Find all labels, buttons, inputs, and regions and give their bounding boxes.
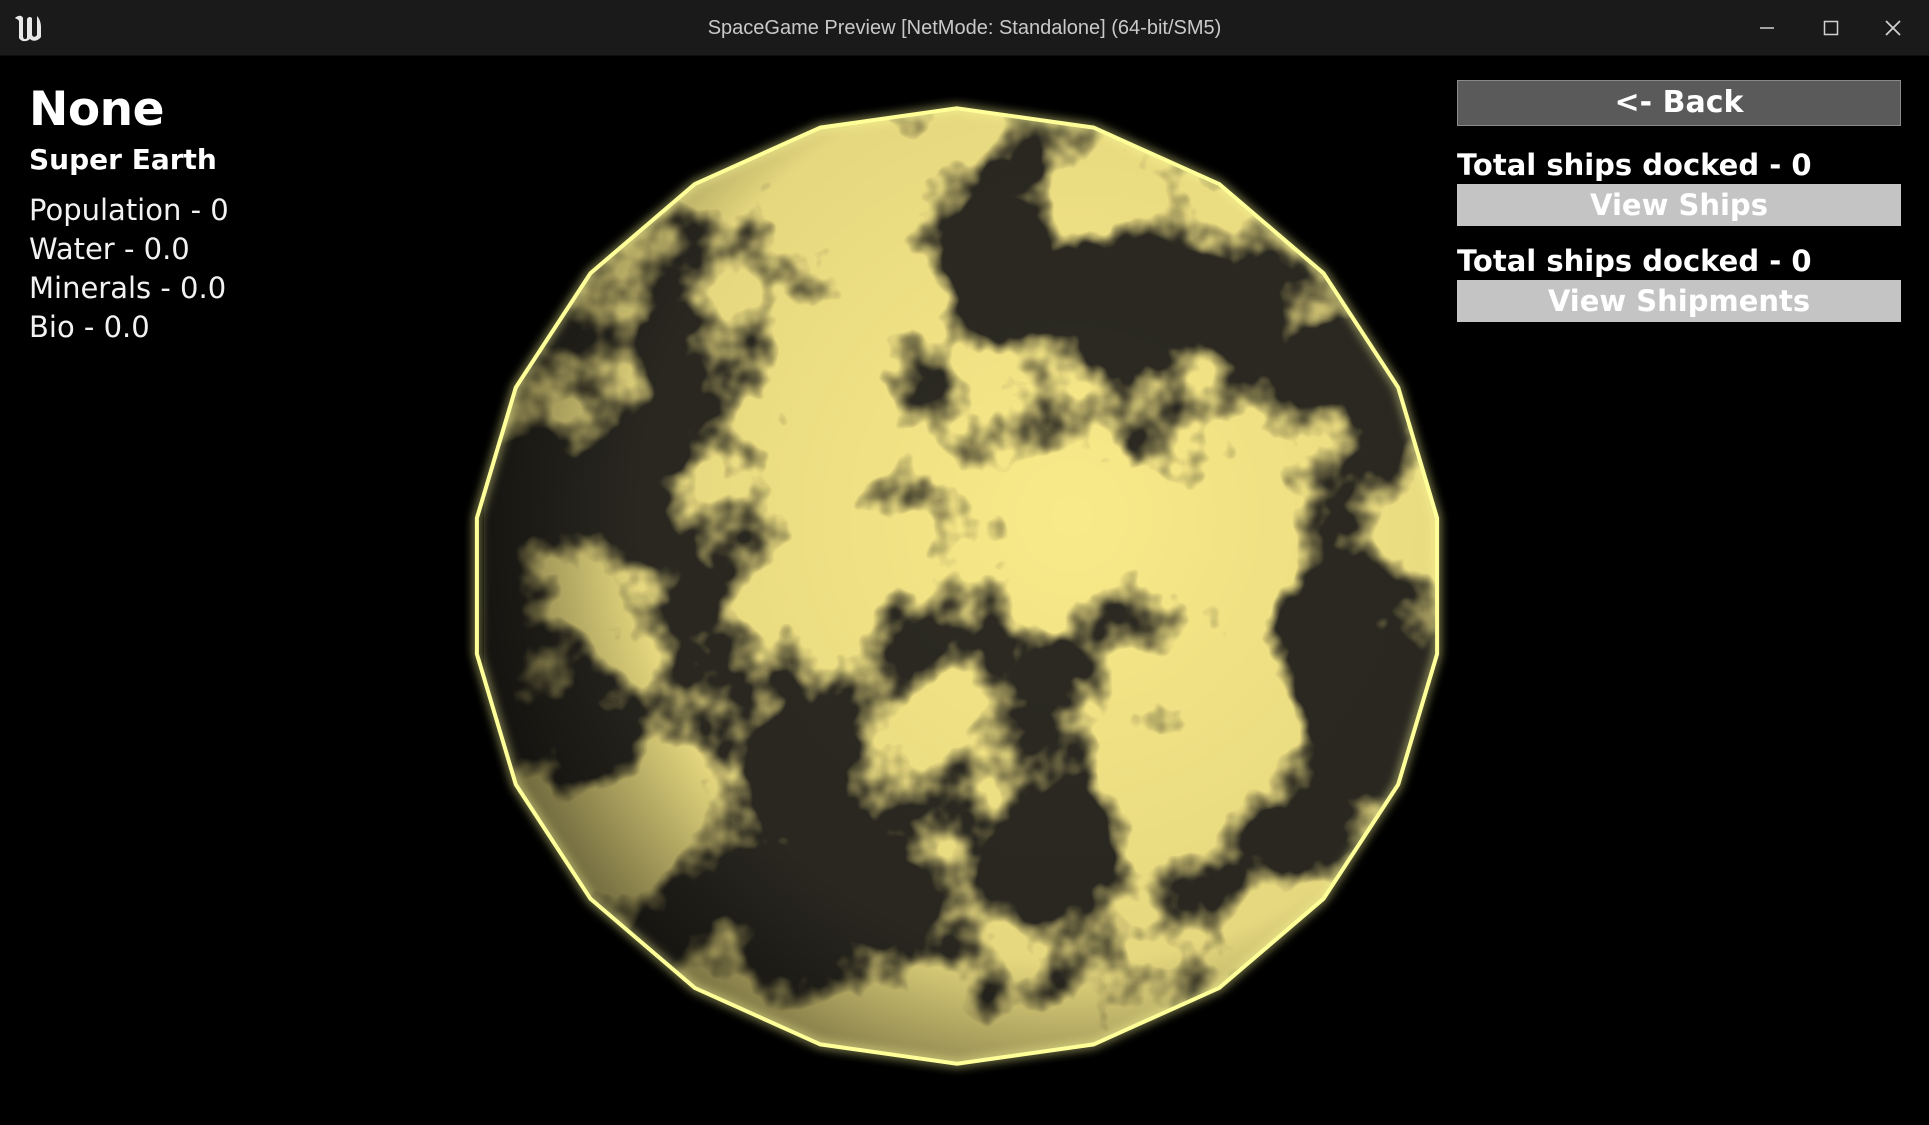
game-viewport[interactable]: None Super Earth Population - 0 Water - … <box>4 56 1925 1121</box>
maximize-icon <box>1823 20 1839 36</box>
planet-info-panel: None Super Earth Population - 0 Water - … <box>29 80 229 347</box>
unreal-engine-logo-icon <box>15 15 41 42</box>
stat-population: Population - 0 <box>29 193 229 227</box>
back-button[interactable]: <- Back <box>1457 80 1901 126</box>
close-icon <box>1885 20 1901 36</box>
stat-minerals: Minerals - 0.0 <box>29 271 227 305</box>
view-ships-button[interactable]: View Ships <box>1457 184 1901 226</box>
minimize-icon <box>1760 27 1774 29</box>
maximize-button[interactable] <box>1800 0 1862 56</box>
ships-docked-label: Total ships docked - 0 <box>1457 148 1812 182</box>
stat-water: Water - 0.0 <box>29 232 190 266</box>
title-bar[interactable]: SpaceGame Preview [NetMode: Standalone] … <box>0 0 1929 56</box>
window-title: SpaceGame Preview [NetMode: Standalone] … <box>707 17 1222 39</box>
view-shipments-button[interactable]: View Shipments <box>1457 280 1901 322</box>
planet-type: Super Earth <box>29 143 217 176</box>
close-button[interactable] <box>1862 0 1924 56</box>
shipments-docked-label: Total ships docked - 0 <box>1457 244 1812 278</box>
game-window: SpaceGame Preview [NetMode: Standalone] … <box>0 0 1929 1125</box>
stat-bio: Bio - 0.0 <box>29 310 150 344</box>
planet-stats: Population - 0 Water - 0.0 Minerals - 0.… <box>29 191 229 347</box>
action-panel: <- Back Total ships docked - 0 View Ship… <box>1457 80 1903 322</box>
planet-name: None <box>29 82 164 137</box>
minimize-button[interactable] <box>1736 0 1798 56</box>
